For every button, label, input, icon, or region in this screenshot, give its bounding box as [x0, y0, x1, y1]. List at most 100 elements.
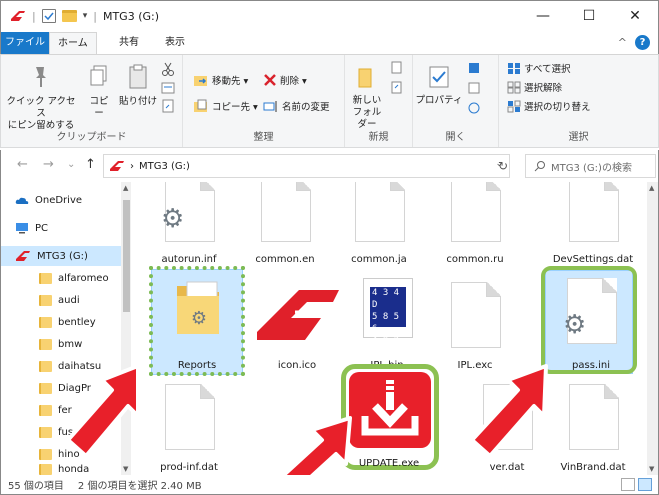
large-icons-view-icon[interactable]	[638, 478, 652, 491]
invert-selection-button[interactable]: 選択の切り替え	[507, 99, 591, 113]
address-bar[interactable]: › MTG3 (G:) ⌄	[103, 154, 510, 178]
open-small-buttons	[467, 61, 483, 115]
move-to-label: 移動先 ▾	[212, 76, 249, 87]
open-icon[interactable]	[467, 61, 483, 75]
collapse-ribbon-icon[interactable]: ^	[618, 36, 627, 49]
rename-button[interactable]: 名前の変更	[263, 99, 330, 113]
folder-icon	[39, 382, 52, 394]
new-folder-button[interactable]: 新しい フォルダー	[349, 63, 385, 131]
select-all-button[interactable]: すべて選択	[507, 61, 570, 75]
copy-path-icon[interactable]	[161, 81, 175, 95]
file-item-common-ru[interactable]: common.ru	[427, 182, 523, 272]
search-box[interactable]: MTG3 (G:)の検索	[525, 154, 656, 178]
paste-label: 貼り付け	[119, 96, 158, 107]
arrow-annotation-icon	[470, 364, 548, 458]
folder-icon	[39, 426, 52, 438]
details-view-icon[interactable]	[621, 478, 635, 491]
pin-label: クイック アクセス にピン留めする	[6, 96, 76, 131]
scroll-up-icon[interactable]: ▲	[649, 184, 654, 192]
refresh-button[interactable]: ↻	[498, 159, 508, 173]
nav-scroll-thumb[interactable]	[123, 200, 130, 312]
new-item-icon[interactable]	[389, 61, 405, 75]
copy-button[interactable]: コピー	[85, 63, 113, 120]
bin-digit-row: 5 8 5 6	[372, 312, 400, 334]
paste-shortcut-icon[interactable]	[161, 99, 175, 113]
nav-item-mtg3[interactable]: MTG3 (G:)	[1, 246, 121, 266]
select-group: すべて選択 選択解除 選択の切り替え 選択	[499, 55, 658, 147]
help-icon[interactable]: ?	[635, 35, 650, 50]
scroll-up-icon[interactable]: ▲	[123, 184, 128, 192]
tab-home[interactable]: ホーム	[49, 32, 97, 55]
scroll-down-icon[interactable]: ▼	[123, 465, 128, 473]
status-bar: 55 個の項目 2 個の項目を選択 2.40 MB	[0, 475, 659, 495]
nav-label: alfaromeo	[58, 272, 109, 284]
rename-label: 名前の変更	[282, 102, 330, 113]
folder-icon	[39, 448, 52, 460]
folder-icon	[39, 360, 52, 372]
nav-item-pc[interactable]: PC	[15, 218, 48, 238]
quick-access-dropdown[interactable]: ▾	[83, 11, 88, 21]
folder-icon	[39, 316, 52, 328]
file-item-vinbrand[interactable]: VinBrand.dat	[545, 380, 641, 475]
tab-view[interactable]: 表示	[157, 32, 193, 54]
cloud-icon	[15, 197, 29, 204]
new-folder-quick-icon[interactable]	[61, 10, 77, 22]
clipboard-group-label: クリップボード	[56, 132, 127, 143]
up-button[interactable]: ↑	[85, 157, 96, 172]
nav-item-bmw[interactable]: bmw	[39, 334, 82, 354]
recent-locations-button[interactable]: ⌄	[67, 159, 75, 170]
copy-icon	[90, 65, 107, 86]
delete-label: 削除 ▾	[280, 76, 307, 87]
nav-label: bentley	[58, 316, 96, 328]
nav-item-onedrive[interactable]: OneDrive	[15, 190, 82, 210]
nav-item-bentley[interactable]: bentley	[39, 312, 96, 332]
file-item-common-ja[interactable]: common.ja	[331, 182, 427, 272]
file-item-autorun[interactable]: ⚙ autorun.inf	[141, 182, 237, 272]
open-group-label: 開く	[445, 132, 466, 143]
forward-button[interactable]: →	[43, 157, 54, 172]
properties-check-icon[interactable]	[41, 9, 56, 23]
pin-quick-access-button[interactable]: クイック アクセス にピン留めする	[5, 63, 77, 132]
nav-label: audi	[58, 294, 80, 306]
back-button[interactable]: ←	[17, 157, 28, 172]
move-to-icon	[194, 76, 207, 86]
file-item-prod-inf[interactable]: prod-inf.dat	[141, 380, 237, 475]
file-label: prod-inf.dat	[160, 462, 218, 473]
properties-button[interactable]: プロパティ	[415, 63, 463, 107]
ribbon-tabs: ファイル ホーム 共有 表示 ^ ?	[0, 32, 659, 142]
edit-icon[interactable]	[467, 81, 483, 95]
easy-access-icon[interactable]	[389, 81, 405, 95]
path-segment[interactable]: MTG3 (G:)	[139, 161, 190, 172]
maximize-button[interactable]: ☐	[566, 1, 612, 31]
update-icon	[349, 372, 431, 448]
file-label: autorun.inf	[161, 254, 217, 265]
content-scrollbar[interactable]: ▲ ▼	[647, 182, 658, 475]
new-small-buttons	[389, 61, 405, 95]
move-to-button[interactable]: 移動先 ▾	[193, 73, 248, 87]
close-button[interactable]: ✕	[612, 1, 658, 31]
drive-logo-icon	[110, 161, 124, 171]
invert-selection-label: 選択の切り替え	[524, 102, 591, 113]
nav-item-audi[interactable]: audi	[39, 290, 80, 310]
minimize-button[interactable]: —	[520, 1, 566, 31]
scroll-down-icon[interactable]: ▼	[649, 465, 654, 473]
open-group: プロパティ 開く	[413, 55, 499, 147]
select-none-button[interactable]: 選択解除	[507, 80, 562, 94]
delete-button[interactable]: 削除 ▾	[263, 73, 307, 87]
folder-icon	[39, 404, 52, 416]
file-label: VinBrand.dat	[560, 462, 626, 473]
nav-item-honda[interactable]: honda	[39, 464, 89, 475]
cut-icon[interactable]	[161, 61, 175, 77]
copy-to-button[interactable]: コピー先 ▾	[193, 99, 258, 113]
drive-logo-icon	[16, 251, 30, 261]
file-item-devsettings[interactable]: DevSettings.dat	[545, 182, 641, 272]
history-icon[interactable]	[467, 101, 483, 115]
nav-label: honda	[58, 464, 90, 475]
tab-share[interactable]: 共有	[111, 32, 147, 54]
nav-item-alfaromeo[interactable]: alfaromeo	[39, 268, 109, 288]
nav-label: MTG3 (G:)	[37, 250, 88, 262]
document-icon	[451, 282, 501, 348]
paste-button[interactable]: 貼り付け	[119, 63, 157, 108]
rename-icon	[263, 101, 277, 112]
file-item-common-en[interactable]: common.en	[237, 182, 333, 272]
